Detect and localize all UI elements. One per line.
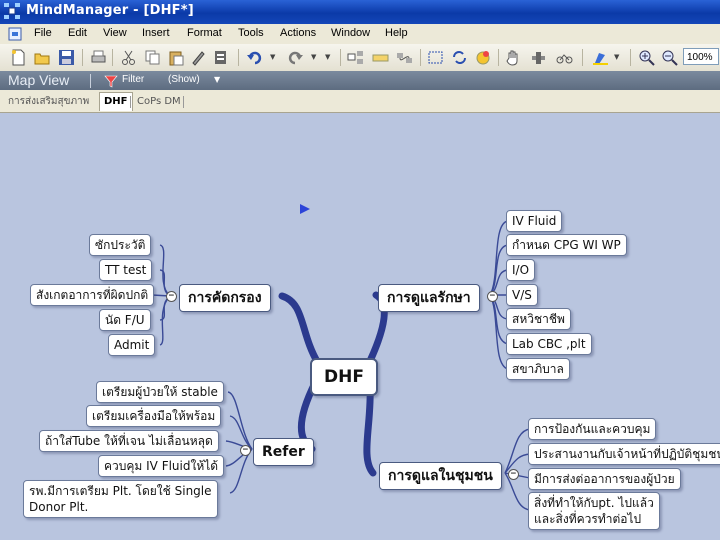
- care-child[interactable]: สขาภิบาล: [506, 358, 570, 380]
- map-view-title: Map View: [8, 72, 70, 88]
- menu-actions[interactable]: Actions: [280, 27, 316, 39]
- zoom-input[interactable]: 100%: [683, 48, 719, 65]
- collapse-toggle[interactable]: −: [487, 291, 498, 302]
- care-child[interactable]: กำหนด CPG WI WP: [506, 234, 627, 256]
- main-topic-care[interactable]: การดูแลรักษา: [378, 284, 480, 312]
- main-topic-screening[interactable]: การคัดกรอง: [179, 284, 271, 312]
- show-dropdown[interactable]: (Show): [168, 74, 200, 85]
- refer-child[interactable]: เตรียมเครื่องมือให้พร้อม: [86, 405, 222, 427]
- screening-child[interactable]: สังเกตอาการที่ผิดปกติ: [30, 284, 155, 306]
- menu-insert[interactable]: Insert: [142, 27, 170, 39]
- new-icon[interactable]: [10, 49, 27, 66]
- menu-format[interactable]: Format: [187, 27, 222, 39]
- refer-child[interactable]: ควบคุม IV Fluidให้ได้: [98, 455, 225, 477]
- community-child[interactable]: สิ่งที่ทำให้กับpt. ไปแล้ว และสิ่งที่ควรท…: [528, 492, 660, 530]
- undo-icon[interactable]: [246, 49, 263, 66]
- refer-child[interactable]: ถ้าใส่Tube ให้ที่เจน ไม่เลื่อนหลุด: [39, 430, 219, 452]
- care-child[interactable]: IV Fluid: [506, 210, 563, 232]
- screening-child[interactable]: นัด F/U: [99, 309, 151, 331]
- topic-icon[interactable]: [347, 49, 364, 66]
- main-topic-community[interactable]: การดูแลในชุมชน: [379, 462, 502, 490]
- care-child[interactable]: I/O: [506, 259, 536, 281]
- main-topic-refer[interactable]: Refer: [253, 438, 314, 466]
- community-child[interactable]: มีการส่งต่ออาการของผู้ป่วย: [528, 468, 681, 490]
- open-icon[interactable]: [34, 49, 51, 66]
- collapse-toggle[interactable]: −: [240, 445, 251, 456]
- subtopic-icon[interactable]: [372, 49, 389, 66]
- filter-button[interactable]: Filter: [122, 74, 144, 85]
- format-painter-icon[interactable]: [190, 49, 207, 66]
- menu-tools[interactable]: Tools: [238, 27, 264, 39]
- care-child[interactable]: Lab CBC ,plt: [506, 333, 592, 355]
- relationship-icon[interactable]: [396, 49, 413, 66]
- refer-child[interactable]: รพ.มีการเตรียม Plt. โดยใช้ Single Donor …: [23, 480, 218, 518]
- collapse-toggle[interactable]: −: [508, 469, 519, 480]
- cut-icon[interactable]: [120, 49, 137, 66]
- zoom-out-icon[interactable]: [661, 49, 678, 66]
- map-canvas[interactable]: DHF การคัดกรอง − ซักประวัติ TT test สังเ…: [0, 113, 720, 540]
- menu-help[interactable]: Help: [385, 27, 408, 39]
- clipboard-icon[interactable]: [212, 49, 229, 66]
- chevron-down-icon[interactable]: ▼: [214, 75, 220, 84]
- menu-view[interactable]: View: [103, 27, 127, 39]
- central-topic[interactable]: DHF: [310, 358, 378, 396]
- highlight-icon[interactable]: [592, 49, 609, 66]
- tools-icon[interactable]: [530, 49, 547, 66]
- tab-health-promotion[interactable]: การส่งเสริมสุขภาพ: [4, 93, 93, 111]
- toolbar: ▼ ▼ ▼ ▼ 100%: [0, 44, 720, 72]
- filter-icon[interactable]: [104, 74, 118, 88]
- screening-child[interactable]: Admit: [108, 334, 156, 356]
- map-view-bar: Map View Filter (Show) ▼: [0, 71, 720, 90]
- paste-icon[interactable]: [168, 49, 185, 66]
- print-icon[interactable]: [90, 49, 107, 66]
- care-child[interactable]: V/S: [506, 284, 538, 306]
- save-icon[interactable]: [58, 49, 75, 66]
- callout-icon[interactable]: [474, 49, 491, 66]
- tab-bar: การส่งเสริมสุขภาพ DHF CoPs DM: [0, 90, 720, 113]
- menu-file[interactable]: File: [34, 27, 52, 39]
- refresh-icon[interactable]: [451, 49, 468, 66]
- app-icon: [4, 3, 20, 19]
- tab-cops-dm[interactable]: CoPs DM: [133, 93, 185, 111]
- document-icon[interactable]: [8, 27, 22, 41]
- community-child[interactable]: การป้องกันและควบคุม: [528, 418, 657, 440]
- menu-window[interactable]: Window: [331, 27, 370, 39]
- refer-child[interactable]: เตรียมผู้ป่วยให้ stable: [96, 381, 224, 403]
- menu-edit[interactable]: Edit: [68, 27, 87, 39]
- care-child[interactable]: สหวิชาชีพ: [506, 308, 571, 330]
- screening-child[interactable]: ซักประวัติ: [89, 234, 152, 256]
- cursor-marker-icon: [300, 204, 310, 214]
- bike-icon[interactable]: [556, 49, 573, 66]
- hand-icon[interactable]: [505, 49, 522, 66]
- boundary-icon[interactable]: [427, 49, 444, 66]
- community-child[interactable]: ประสานงานกับเจ้าหน้าที่ปฏิบัติชุมชน: [528, 443, 720, 465]
- zoom-in-icon[interactable]: [638, 49, 655, 66]
- screening-child[interactable]: TT test: [99, 259, 153, 281]
- collapse-toggle[interactable]: −: [166, 291, 177, 302]
- title-bar: MindManager - [DHF*]: [0, 0, 720, 24]
- tab-dhf[interactable]: DHF: [99, 92, 133, 111]
- window-title: MindManager - [DHF*]: [26, 3, 194, 18]
- redo-icon[interactable]: [287, 49, 304, 66]
- menu-bar: File Edit View Insert Format Tools Actio…: [0, 24, 720, 45]
- copy-icon[interactable]: [144, 49, 161, 66]
